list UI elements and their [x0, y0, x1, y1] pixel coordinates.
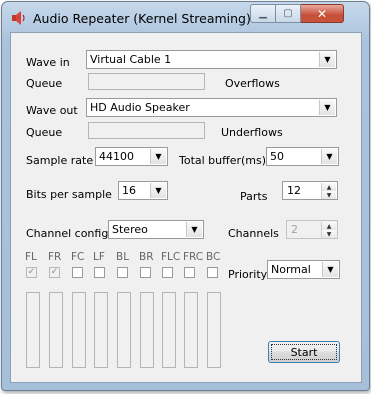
channel-checkbox-fr[interactable]: ✓ [49, 267, 60, 278]
bits-per-sample-label: Bits per sample [26, 188, 112, 201]
total-buffer-value: 50 [270, 150, 284, 163]
channel-config-select[interactable]: Stereo ▼ [108, 220, 204, 239]
channel-checkbox-lf[interactable] [94, 267, 105, 278]
channel-checkbox-bl[interactable] [117, 267, 128, 278]
start-button[interactable]: Start [268, 341, 340, 363]
channel-level-meter-frc [184, 292, 198, 368]
queue-in-meter [88, 73, 205, 90]
close-icon: ✕ [316, 6, 328, 21]
channel-label-fl: FL [25, 251, 37, 263]
wave-out-label: Wave out [26, 104, 78, 117]
channel-label-lf: LF [93, 251, 105, 263]
channel-checkbox-fl[interactable]: ✓ [26, 267, 37, 278]
channel-checkbox-flc[interactable] [162, 267, 173, 278]
spin-up-icon[interactable]: ▲ [321, 222, 336, 230]
app-speaker-icon [12, 11, 25, 25]
wave-in-value: Virtual Cable 1 [90, 53, 172, 66]
spin-up-icon[interactable]: ▲ [321, 183, 336, 191]
channel-label-br: BR [139, 251, 154, 263]
title-bar[interactable]: Audio Repeater (Kernel Streaming) 1.... … [2, 2, 369, 32]
channel-level-meter-fl [26, 292, 40, 368]
priority-value: Normal [271, 263, 311, 276]
channel-checkbox-frc[interactable] [184, 267, 195, 278]
channel-label-fr: FR [48, 251, 62, 263]
parts-spinner[interactable]: 12 ▲ ▼ [282, 181, 338, 200]
minimize-icon: ▁ [259, 8, 267, 19]
parts-label: Parts [240, 190, 268, 203]
channel-checkbox-fc[interactable] [72, 267, 83, 278]
wave-in-label: Wave in [26, 56, 70, 69]
spin-down-icon[interactable]: ▼ [321, 230, 336, 238]
channel-level-meter-lf [94, 292, 108, 368]
channel-label-flc: FLC [161, 251, 181, 263]
underflows-label: Underflows [221, 126, 283, 139]
channel-level-meter-flc [162, 292, 176, 368]
channel-checkbox-bc[interactable] [207, 267, 218, 278]
wave-out-value: HD Audio Speaker [90, 101, 190, 114]
chevron-down-icon[interactable]: ▼ [186, 222, 202, 237]
chevron-down-icon[interactable]: ▼ [321, 149, 337, 164]
channels-label: Channels [228, 227, 279, 240]
total-buffer-label: Total buffer(ms) [179, 154, 267, 167]
wave-out-select[interactable]: HD Audio Speaker ▼ [86, 98, 337, 117]
channel-label-fc: FC [71, 251, 85, 263]
channel-level-meter-fr [49, 292, 63, 368]
channel-label-bc: BC [206, 251, 221, 263]
channel-config-value: Stereo [112, 223, 148, 236]
channel-checkbox-br[interactable] [140, 267, 151, 278]
wave-in-select[interactable]: Virtual Cable 1 ▼ [86, 50, 337, 69]
maximize-icon: ▢ [283, 8, 293, 19]
minimize-button[interactable]: ▁ [250, 4, 276, 23]
chevron-down-icon[interactable]: ▼ [319, 52, 335, 67]
channel-label-bl: BL [116, 251, 130, 263]
channel-level-meter-bl [117, 292, 131, 368]
sample-rate-select[interactable]: 44100 ▼ [95, 147, 168, 166]
parts-value: 12 [287, 184, 301, 197]
sample-rate-value: 44100 [99, 150, 134, 163]
maximize-button[interactable]: ▢ [276, 4, 301, 23]
chevron-down-icon[interactable]: ▼ [322, 262, 338, 277]
priority-label: Priority [228, 268, 268, 281]
bits-per-sample-value: 16 [122, 184, 136, 197]
queue-out-meter [88, 122, 205, 139]
app-window: Audio Repeater (Kernel Streaming) 1.... … [1, 1, 370, 391]
channel-config-label: Channel config [26, 227, 109, 240]
priority-select[interactable]: Normal ▼ [267, 260, 340, 279]
channel-level-meter-bc [207, 292, 221, 368]
chevron-down-icon[interactable]: ▼ [150, 149, 166, 164]
queue-out-label: Queue [26, 126, 63, 139]
close-button[interactable]: ✕ [301, 4, 344, 23]
chevron-down-icon[interactable]: ▼ [319, 100, 335, 115]
channel-level-meter-br [140, 292, 154, 368]
bits-per-sample-select[interactable]: 16 ▼ [118, 181, 168, 200]
main-panel: Wave in Virtual Cable 1 ▼ Queue Overflow… [10, 32, 362, 383]
spin-down-icon[interactable]: ▼ [321, 191, 336, 199]
sample-rate-label: Sample rate [26, 154, 94, 167]
channels-spinner[interactable]: 2 ▲ ▼ [286, 220, 338, 239]
channel-level-meter-fc [72, 292, 86, 368]
chevron-down-icon[interactable]: ▼ [150, 183, 166, 198]
overflows-label: Overflows [225, 77, 280, 90]
channel-label-frc: FRC [183, 251, 204, 263]
channels-value: 2 [291, 223, 298, 236]
total-buffer-select[interactable]: 50 ▼ [266, 147, 339, 166]
focus-rect [271, 344, 337, 360]
queue-in-label: Queue [26, 77, 63, 90]
window-title: Audio Repeater (Kernel Streaming) 1.... [33, 11, 279, 26]
